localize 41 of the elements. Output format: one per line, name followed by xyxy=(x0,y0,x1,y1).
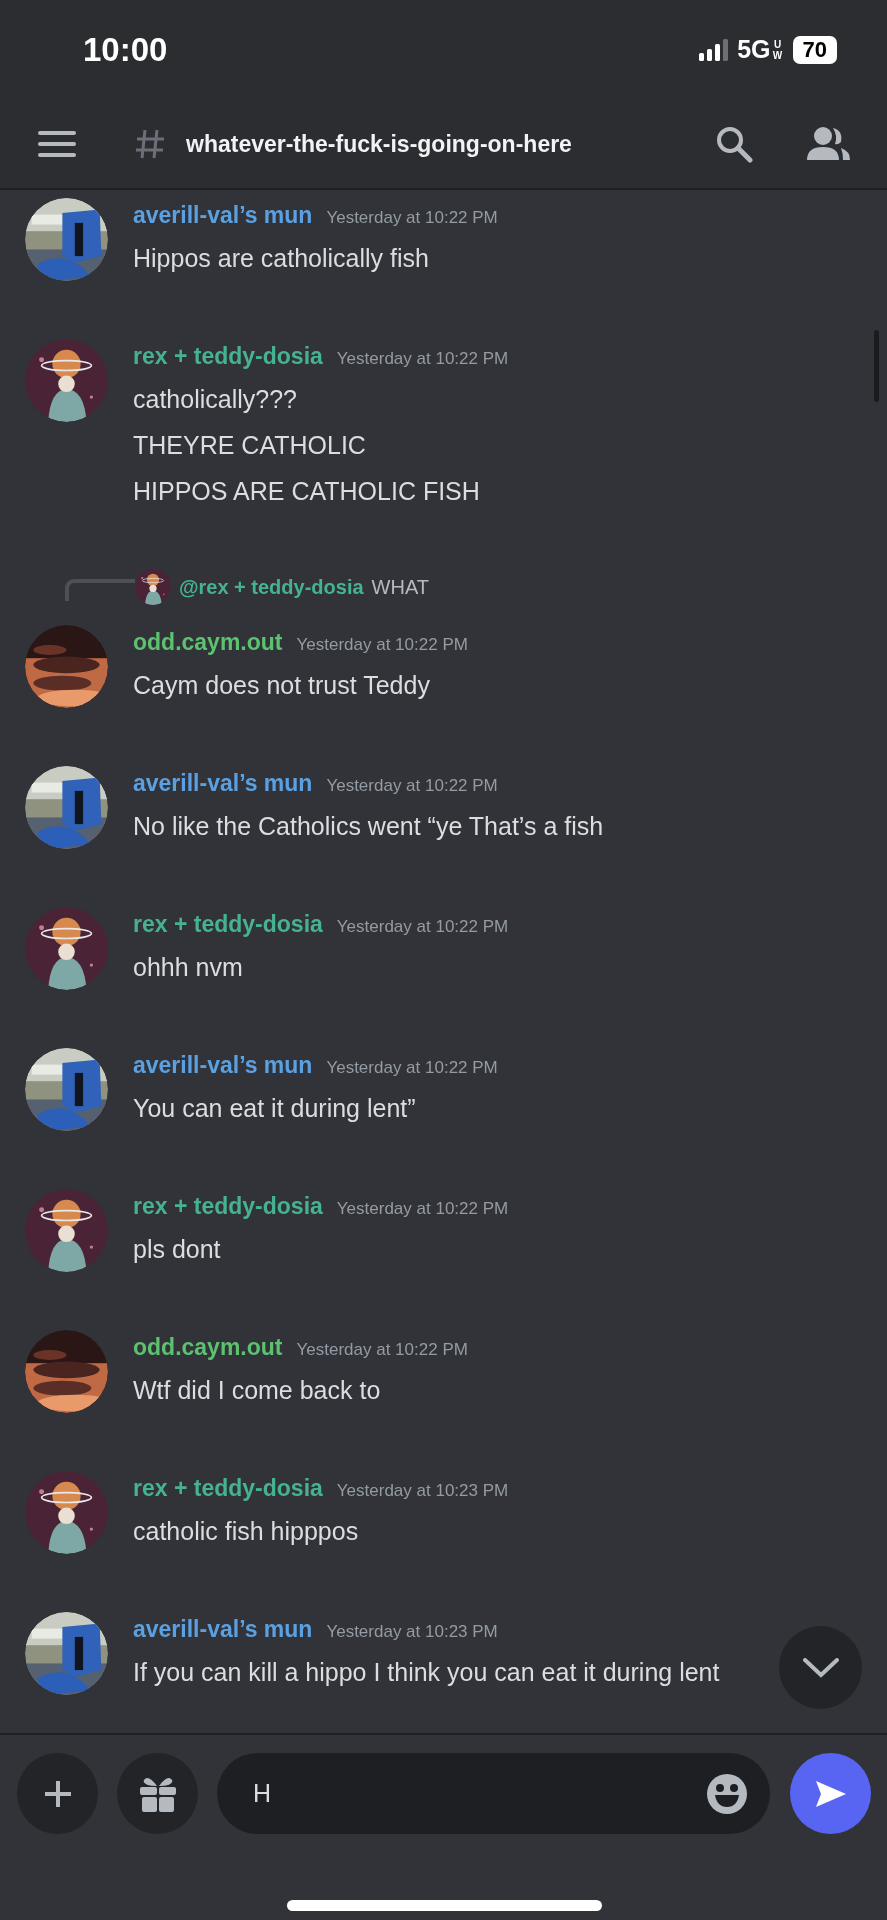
author-name[interactable]: rex + teddy-dosia xyxy=(133,1471,323,1505)
timestamp: Yesterday at 10:22 PM xyxy=(336,348,509,370)
channel-title: whatever-the-fuck-is-going-on-here xyxy=(186,129,572,159)
message-text: Hippos are catholically fish xyxy=(133,243,430,274)
author-name[interactable]: odd.caym.out xyxy=(133,625,283,659)
timestamp: Yesterday at 10:22 PM xyxy=(296,1339,468,1361)
battery-indicator: 70 xyxy=(792,36,837,64)
author-name[interactable]: rex + teddy-dosia xyxy=(133,1189,323,1223)
message-text: catholically??? xyxy=(133,384,298,415)
author-name[interactable]: odd.caym.out xyxy=(133,1330,283,1364)
message-composer[interactable]: H xyxy=(217,1753,770,1834)
network-type-label: UW xyxy=(771,39,784,61)
message-text: catholic fish hipppos xyxy=(133,1516,360,1547)
timestamp: Yesterday at 10:22 PM xyxy=(326,775,498,797)
timestamp: Yesterday at 10:22 PM xyxy=(326,1057,498,1079)
author-name[interactable]: rex + teddy-dosia xyxy=(133,339,323,373)
message-text: ohhh nvm xyxy=(133,952,244,983)
message-input[interactable]: H xyxy=(251,1773,706,1814)
author-name[interactable]: rex + teddy-dosia xyxy=(133,907,323,941)
timestamp: Yesterday at 10:22 PM xyxy=(336,1198,509,1220)
message-text: pls dont xyxy=(133,1234,222,1265)
message-text: You can eat it during lent” xyxy=(133,1093,417,1124)
author-name[interactable]: averill-val’s mun xyxy=(133,1612,313,1646)
reply-preview: WHAT xyxy=(371,575,429,600)
timestamp: Yesterday at 10:23 PM xyxy=(336,1480,509,1502)
author-name[interactable]: averill-val’s mun xyxy=(133,198,313,232)
timestamp: Yesterday at 10:23 PM xyxy=(326,1621,498,1643)
message-text: No like the Catholics went “ye That’s a fish xyxy=(133,811,604,842)
timestamp: Yesterday at 10:22 PM xyxy=(296,634,468,656)
message-text: If you can kill a hippo I think you can eat it during lent xyxy=(133,1657,720,1688)
clock: 10:00 xyxy=(83,30,168,71)
message-text: Wtf did I come back to xyxy=(133,1375,382,1406)
author-name[interactable]: averill-val’s mun xyxy=(133,766,313,800)
timestamp: Yesterday at 10:22 PM xyxy=(326,207,498,229)
reply-mention[interactable]: @rex + teddy-dosia xyxy=(179,572,364,602)
timestamp: Yesterday at 10:22 PM xyxy=(336,916,509,938)
message-text: Caym does not trust Teddy xyxy=(133,670,431,701)
message-text: THEYRE CATHOLIC xyxy=(133,430,367,461)
network-label: 5G xyxy=(737,34,771,66)
author-name[interactable]: averill-val’s mun xyxy=(133,1048,313,1082)
message-text: HIPPOS ARE CATHOLIC FISH xyxy=(133,476,481,507)
